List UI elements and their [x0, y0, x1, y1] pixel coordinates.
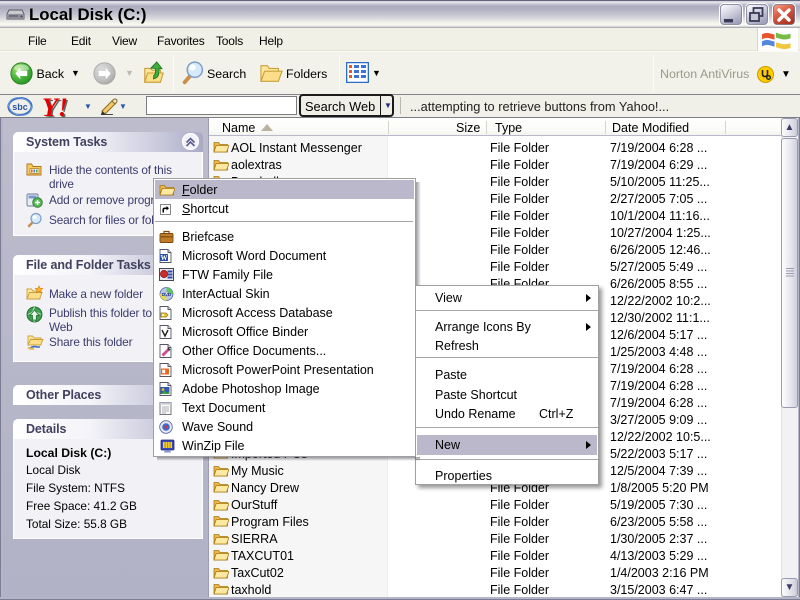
svg-text:sbc: sbc: [12, 102, 28, 112]
svg-text:DVD: DVD: [162, 292, 172, 297]
svg-text:W: W: [161, 254, 168, 262]
